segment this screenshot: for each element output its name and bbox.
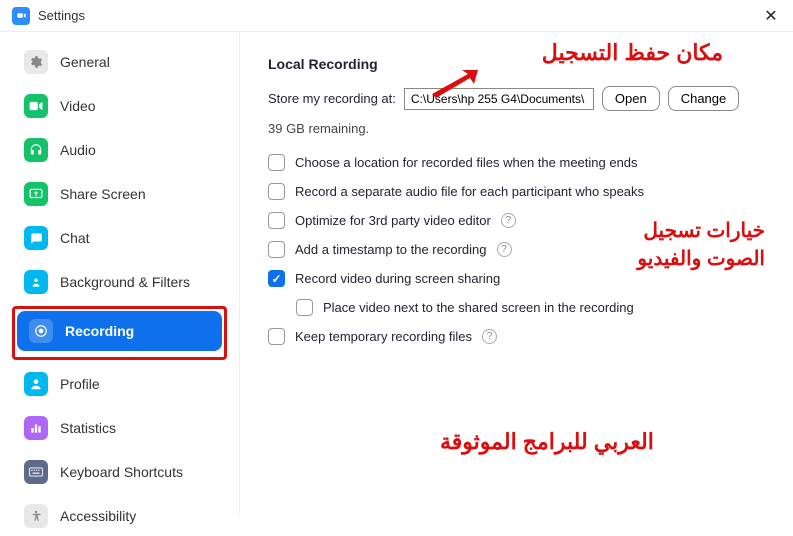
- sidebar-item-keyboard[interactable]: Keyboard Shortcuts: [12, 452, 227, 492]
- option-label: Record a separate audio file for each pa…: [295, 184, 644, 199]
- option-label: Add a timestamp to the recording: [295, 242, 487, 257]
- annotation-recording-options: خيارات تسجيل الصوت والفيديو: [637, 217, 765, 273]
- sidebar-item-accessibility[interactable]: Accessibility: [12, 496, 227, 536]
- window-title: Settings: [38, 8, 85, 23]
- headphones-icon: [24, 138, 48, 162]
- open-button[interactable]: Open: [602, 86, 660, 111]
- accessibility-icon: [24, 504, 48, 528]
- sidebar-item-label: Video: [60, 98, 96, 114]
- statistics-icon: [24, 416, 48, 440]
- sidebar-item-general[interactable]: General: [12, 42, 227, 82]
- checkbox[interactable]: [296, 299, 313, 316]
- sidebar-item-audio[interactable]: Audio: [12, 130, 227, 170]
- sidebar-item-label: Keyboard Shortcuts: [60, 464, 183, 480]
- sidebar-item-chat[interactable]: Chat: [12, 218, 227, 258]
- help-icon[interactable]: ?: [497, 242, 512, 257]
- main-content: مكان حفظ التسجيل Local Recording Store m…: [240, 32, 793, 515]
- titlebar: Settings ✕: [0, 0, 793, 32]
- share-screen-icon: [24, 182, 48, 206]
- sidebar-item-label: Background & Filters: [60, 274, 190, 290]
- option-label: Keep temporary recording files: [295, 329, 472, 344]
- sidebar-item-label: Share Screen: [60, 186, 146, 202]
- checkbox[interactable]: [268, 212, 285, 229]
- option-keep-temp[interactable]: Keep temporary recording files ?: [268, 328, 765, 345]
- change-button[interactable]: Change: [668, 86, 740, 111]
- background-icon: [24, 270, 48, 294]
- sidebar-item-label: Statistics: [60, 420, 116, 436]
- sidebar-item-video[interactable]: Video: [12, 86, 227, 126]
- close-icon[interactable]: ✕: [761, 6, 781, 26]
- record-icon: [29, 319, 53, 343]
- checkbox[interactable]: [268, 241, 285, 258]
- store-label: Store my recording at:: [268, 91, 396, 106]
- option-label: Record video during screen sharing: [295, 271, 500, 286]
- option-label: Choose a location for recorded files whe…: [295, 155, 638, 170]
- help-icon[interactable]: ?: [501, 213, 516, 228]
- arrow-icon: [430, 68, 480, 103]
- option-choose-location[interactable]: Choose a location for recorded files whe…: [268, 154, 765, 171]
- profile-icon: [24, 372, 48, 396]
- sidebar-item-background[interactable]: Background & Filters: [12, 262, 227, 302]
- sidebar-item-label: Recording: [65, 323, 134, 339]
- checkbox[interactable]: [268, 270, 285, 287]
- storage-remaining: 39 GB remaining.: [268, 121, 765, 136]
- sidebar-item-share-screen[interactable]: Share Screen: [12, 174, 227, 214]
- sidebar-item-recording[interactable]: Recording: [17, 311, 222, 351]
- recording-highlight: Recording: [12, 306, 227, 360]
- option-separate-audio[interactable]: Record a separate audio file for each pa…: [268, 183, 765, 200]
- sidebar-item-profile[interactable]: Profile: [12, 364, 227, 404]
- sidebar-item-statistics[interactable]: Statistics: [12, 408, 227, 448]
- sidebar: General Video Audio Share Screen Chat: [0, 32, 240, 515]
- sidebar-item-label: Audio: [60, 142, 96, 158]
- chat-icon: [24, 226, 48, 250]
- video-icon: [24, 94, 48, 118]
- annotation-save-location: مكان حفظ التسجيل: [542, 40, 723, 66]
- sidebar-item-label: Chat: [60, 230, 90, 246]
- sidebar-item-label: Accessibility: [60, 508, 136, 524]
- option-label: Place video next to the shared screen in…: [323, 300, 634, 315]
- help-icon[interactable]: ?: [482, 329, 497, 344]
- annotation-watermark: العربي للبرامج الموثوقة: [440, 429, 654, 455]
- checkbox[interactable]: [268, 328, 285, 345]
- option-label: Optimize for 3rd party video editor: [295, 213, 491, 228]
- zoom-app-icon: [12, 7, 30, 25]
- checkbox[interactable]: [268, 183, 285, 200]
- option-place-video-next[interactable]: Place video next to the shared screen in…: [296, 299, 765, 316]
- gear-icon: [24, 50, 48, 74]
- keyboard-icon: [24, 460, 48, 484]
- checkbox[interactable]: [268, 154, 285, 171]
- sidebar-item-label: General: [60, 54, 110, 70]
- sidebar-item-label: Profile: [60, 376, 100, 392]
